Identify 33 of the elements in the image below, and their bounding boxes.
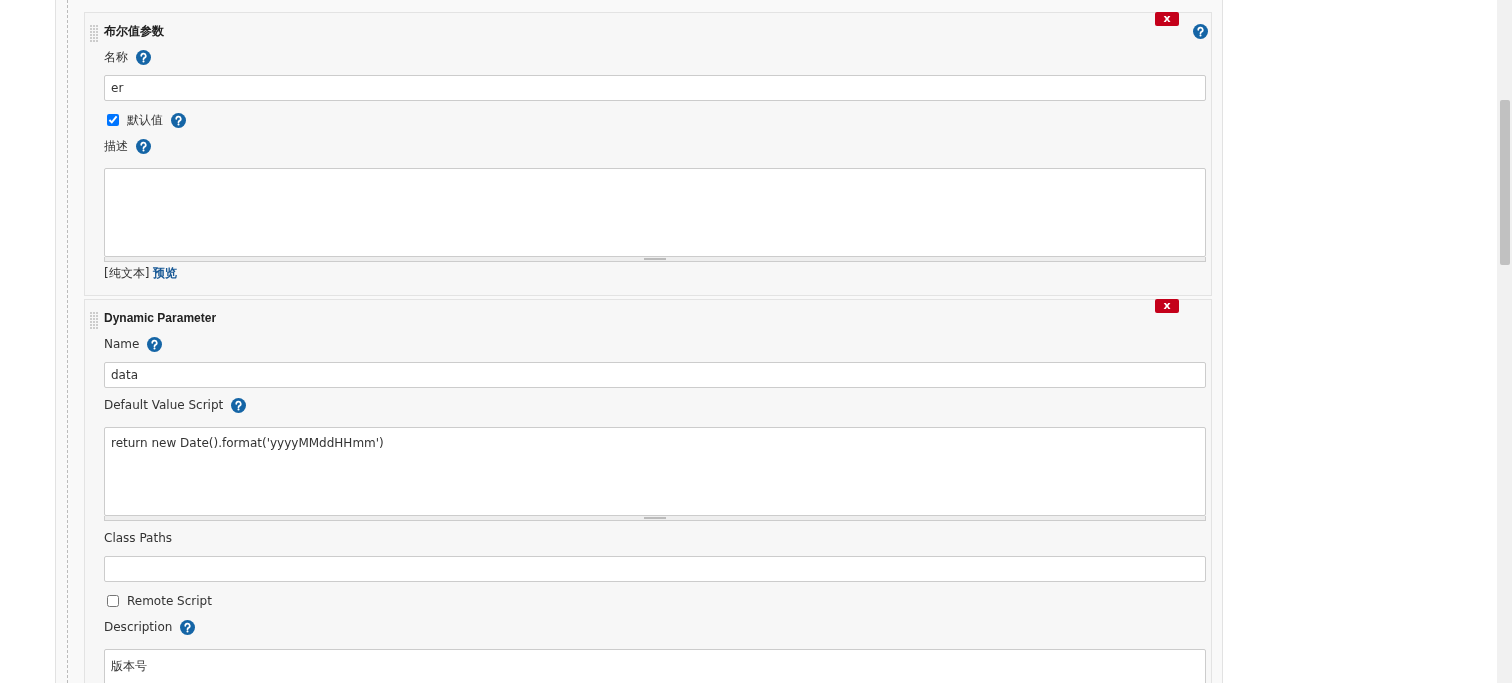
input-field[interactable] [104,556,1206,582]
resize-handle[interactable] [104,516,1206,521]
parameter-title: 布尔值参数 [104,24,164,38]
help-icon[interactable] [231,397,247,413]
input-field[interactable]: data [104,362,1206,388]
delete-button[interactable]: x [1155,299,1179,313]
preview-link[interactable]: 预览 [153,266,178,280]
field-label: Default Value Script [104,398,224,412]
help-icon[interactable] [180,619,196,635]
checkbox-label: 默认值 [127,111,163,129]
checkbox-label: Remote Script [127,594,212,608]
drag-handle-icon[interactable] [89,25,99,43]
help-icon[interactable] [136,49,151,65]
help-icon[interactable] [1193,24,1208,39]
checkbox[interactable] [107,595,119,607]
input-field[interactable]: er [104,75,1206,101]
scroll-thumb[interactable] [1500,100,1510,265]
drag-handle-icon[interactable] [89,312,99,330]
text-area[interactable]: 版本号 [104,649,1206,683]
field-label: 名称 [104,48,128,66]
field-label: Class Paths [104,531,172,545]
help-icon[interactable] [147,336,163,352]
text-area[interactable]: return new Date().format('yyyyMMddHHmm') [104,427,1206,516]
format-label: [纯文本] [104,266,150,280]
help-icon[interactable] [171,112,186,128]
help-icon[interactable] [136,138,151,154]
parameter-title: Dynamic Parameter [104,311,217,325]
field-label: 描述 [104,137,128,155]
delete-button[interactable]: x [1155,12,1179,26]
resize-handle[interactable] [104,257,1206,262]
field-label: Name [104,337,140,351]
field-label: Description [104,620,173,634]
checkbox[interactable] [107,114,119,126]
